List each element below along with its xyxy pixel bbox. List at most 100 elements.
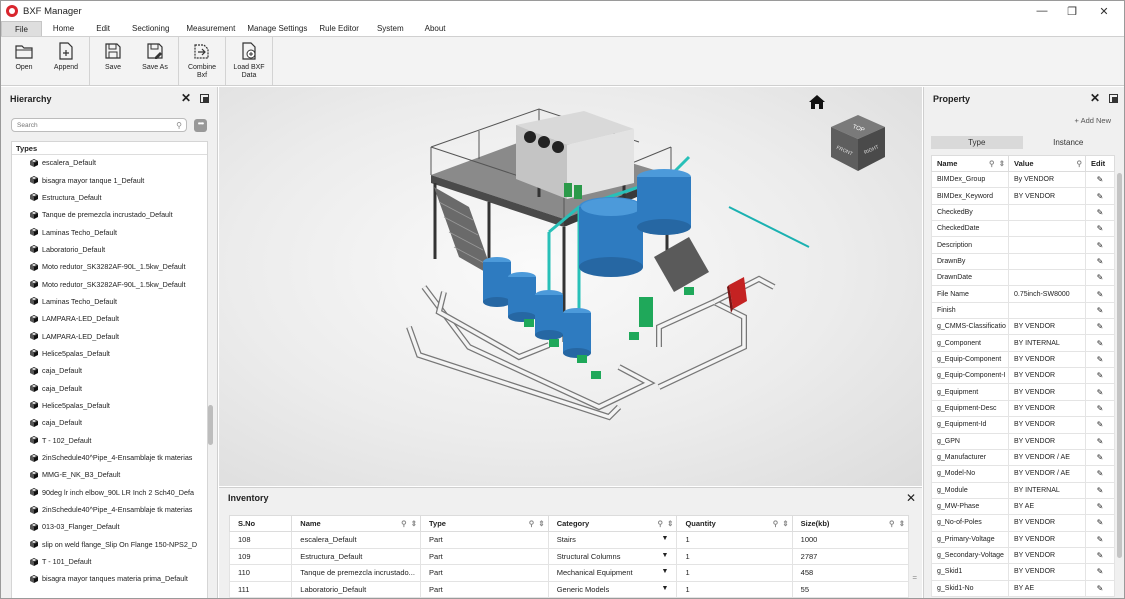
tree-item[interactable]: LAMPARA-LED_Default (12, 327, 207, 344)
resize-grip-icon[interactable]: = (912, 573, 917, 582)
column-header-type[interactable]: Type ⚲ ⇕ (420, 515, 549, 532)
property-row[interactable]: File Name 0.75inch-SW8000 ✎ (931, 285, 1115, 303)
pencil-icon[interactable]: ✎ (1097, 404, 1104, 413)
minimize-button[interactable]: — (1027, 3, 1057, 19)
property-row[interactable]: g_Manufacturer BY VENDOR / AE ✎ (931, 448, 1115, 467)
tree-item[interactable]: bisagra mayor tanque 1_Default (12, 171, 207, 188)
pencil-icon[interactable]: ✎ (1097, 469, 1104, 478)
search-sort-icons[interactable]: ⚲ ⇕ (529, 519, 545, 528)
table-cell[interactable]: Generic Models ▼ (547, 580, 678, 598)
close-icon[interactable]: ✕ (181, 91, 191, 105)
pencil-icon[interactable]: ✎ (1097, 306, 1104, 315)
property-row[interactable]: g_Equipment-Desc BY VENDOR ✎ (931, 399, 1115, 418)
pencil-icon[interactable]: ✎ (1097, 388, 1104, 397)
property-row[interactable]: DrawnBy ✎ (931, 252, 1115, 271)
pencil-icon[interactable]: ✎ (1097, 175, 1104, 184)
close-button[interactable]: ✕ (1089, 3, 1119, 19)
tree-item[interactable]: Laminas Techo_Default (12, 223, 207, 240)
dropdown-arrow-icon[interactable]: ▼ (662, 568, 669, 575)
tree-item[interactable]: caja_Default (12, 379, 207, 396)
tree-item[interactable]: Laminas Techo_Default (12, 293, 207, 310)
column-header-quantity[interactable]: Quantity ⚲ ⇕ (676, 515, 793, 532)
pencil-icon[interactable]: ✎ (1097, 355, 1104, 364)
tree-item[interactable]: Laboratorio_Default (12, 241, 207, 258)
dropdown-arrow-icon[interactable]: ▼ (662, 535, 669, 542)
tree-item[interactable]: 90deg lr inch elbow_90L LR Inch 2 Sch40_… (12, 484, 207, 501)
pencil-icon[interactable]: ✎ (1097, 502, 1104, 511)
tree-item[interactable]: LAMPARA-LED_Default (12, 310, 207, 327)
property-row[interactable]: g_Skid1-No BY AE ✎ (931, 579, 1115, 597)
tab-type[interactable]: Type (931, 136, 1023, 149)
pencil-icon[interactable]: ✎ (1097, 420, 1104, 429)
pencil-icon[interactable]: ✎ (1097, 208, 1104, 217)
search-sort-icons[interactable]: ⚲ ⇕ (657, 519, 673, 528)
property-row[interactable]: g_GPN BY VENDOR ✎ (931, 432, 1115, 450)
pencil-icon[interactable]: ✎ (1097, 273, 1104, 282)
table-row[interactable]: 111 Laboratorio_Default Part Generic Models… (228, 580, 910, 598)
tree-item[interactable]: Moto redutor_SK3282AF-90L_1.5kw_Default (12, 258, 207, 275)
search-input[interactable] (12, 119, 167, 131)
pencil-icon[interactable]: ✎ (1097, 437, 1104, 446)
property-row[interactable]: DrawnDate ✎ (931, 269, 1115, 287)
pencil-icon[interactable]: ✎ (1097, 224, 1104, 233)
property-row[interactable]: g_Component BY INTERNAL ✎ (931, 334, 1115, 352)
tree-item[interactable]: Tanque de premezcla incrustado_Default (12, 206, 207, 223)
tree-item[interactable]: Estructura_Default (12, 189, 207, 206)
tree-item[interactable]: T - 102_Default (12, 432, 207, 449)
property-row[interactable]: CheckedBy ✎ (931, 203, 1115, 222)
property-row[interactable]: BIMDex_Group By VENDOR ✎ (931, 170, 1115, 189)
pencil-icon[interactable]: ✎ (1097, 322, 1104, 331)
hierarchy-scrollbar[interactable] (208, 405, 213, 445)
menu-manage-settings[interactable]: Manage Settings (241, 21, 313, 36)
property-row[interactable]: Description ✎ (931, 236, 1115, 254)
menu-rule-editor[interactable]: Rule Editor (313, 21, 365, 36)
property-row[interactable]: g_Model-No BY VENDOR / AE ✎ (931, 465, 1115, 483)
search-icon[interactable]: ⚲ (1077, 159, 1083, 168)
pencil-icon[interactable]: ✎ (1097, 535, 1104, 544)
property-row[interactable]: g_No-of-Poles BY VENDOR ✎ (931, 514, 1115, 532)
tree-item[interactable]: Helice5palas_Default (12, 345, 207, 362)
menu-system[interactable]: System (365, 21, 416, 36)
menu-home[interactable]: Home (42, 21, 85, 36)
tree-item[interactable]: MMG-E_NK_B3_Default (12, 466, 207, 483)
close-icon[interactable]: ✕ (1090, 91, 1100, 105)
save-as-button[interactable]: Save As (134, 37, 176, 85)
table-row[interactable]: 109 Estructura_Default Part Structural Colu… (228, 547, 910, 565)
pencil-icon[interactable]: ✎ (1097, 584, 1104, 593)
column-header-size[interactable]: Size(kb) ⚲ ⇕ (791, 515, 910, 532)
table-cell[interactable]: Stairs ▼ (547, 531, 678, 549)
property-row[interactable]: g_Equip-Component BY VENDOR ✎ (931, 350, 1115, 369)
property-row[interactable]: g_Equip-Component-I BY VENDOR ✎ (931, 367, 1115, 385)
pencil-icon[interactable]: ✎ (1097, 192, 1104, 201)
tab-instance[interactable]: Instance (1022, 136, 1114, 149)
tree-item[interactable]: 2inSchedule40^Pipe_4-Ensamblaje tk mater… (12, 501, 207, 518)
property-row[interactable]: g_Equipment-Id BY VENDOR ✎ (931, 416, 1115, 434)
tree-item[interactable]: T - 101_Default (12, 553, 207, 570)
column-header-name[interactable]: Name ⚲ ⇕ (931, 155, 1009, 172)
property-row[interactable]: g_MW-Phase BY AE ✎ (931, 497, 1115, 516)
3d-viewport[interactable]: TOP FRONT RIGHT (219, 87, 922, 486)
menu-about[interactable]: About (416, 21, 455, 36)
close-icon[interactable]: ✕ (906, 491, 916, 505)
append-button[interactable]: Append (45, 37, 87, 85)
column-header-sno[interactable]: S.No (228, 515, 293, 532)
table-row[interactable]: 110 Tanque de premezcla incrustado... Part… (228, 564, 910, 582)
tree-item[interactable]: escalera_Default (12, 154, 207, 171)
table-cell[interactable]: Mechanical Equipment ▼ (547, 564, 678, 582)
property-row[interactable]: BIMDex_Keyword BY VENDOR ✎ (931, 187, 1115, 205)
menu-file[interactable]: File (1, 21, 42, 36)
column-header-category[interactable]: Category ⚲ ⇕ (547, 515, 678, 532)
save-button[interactable]: Save (92, 37, 134, 85)
pencil-icon[interactable]: ✎ (1097, 486, 1104, 495)
pencil-icon[interactable]: ✎ (1097, 290, 1104, 299)
pencil-icon[interactable]: ✎ (1097, 518, 1104, 527)
menu-sectioning[interactable]: Sectioning (121, 21, 180, 36)
menu-measurement[interactable]: Measurement (180, 21, 241, 36)
property-scrollbar[interactable] (1117, 173, 1122, 558)
property-row[interactable]: Finish ✎ (931, 301, 1115, 320)
dropdown-arrow-icon[interactable]: ▼ (662, 585, 669, 592)
pencil-icon[interactable]: ✎ (1097, 257, 1104, 266)
tree-item[interactable]: bisagra mayor tanques materia prima_Defa… (12, 570, 207, 587)
property-row[interactable]: g_Skid1 BY VENDOR ✎ (931, 563, 1115, 581)
pencil-icon[interactable]: ✎ (1097, 567, 1104, 576)
